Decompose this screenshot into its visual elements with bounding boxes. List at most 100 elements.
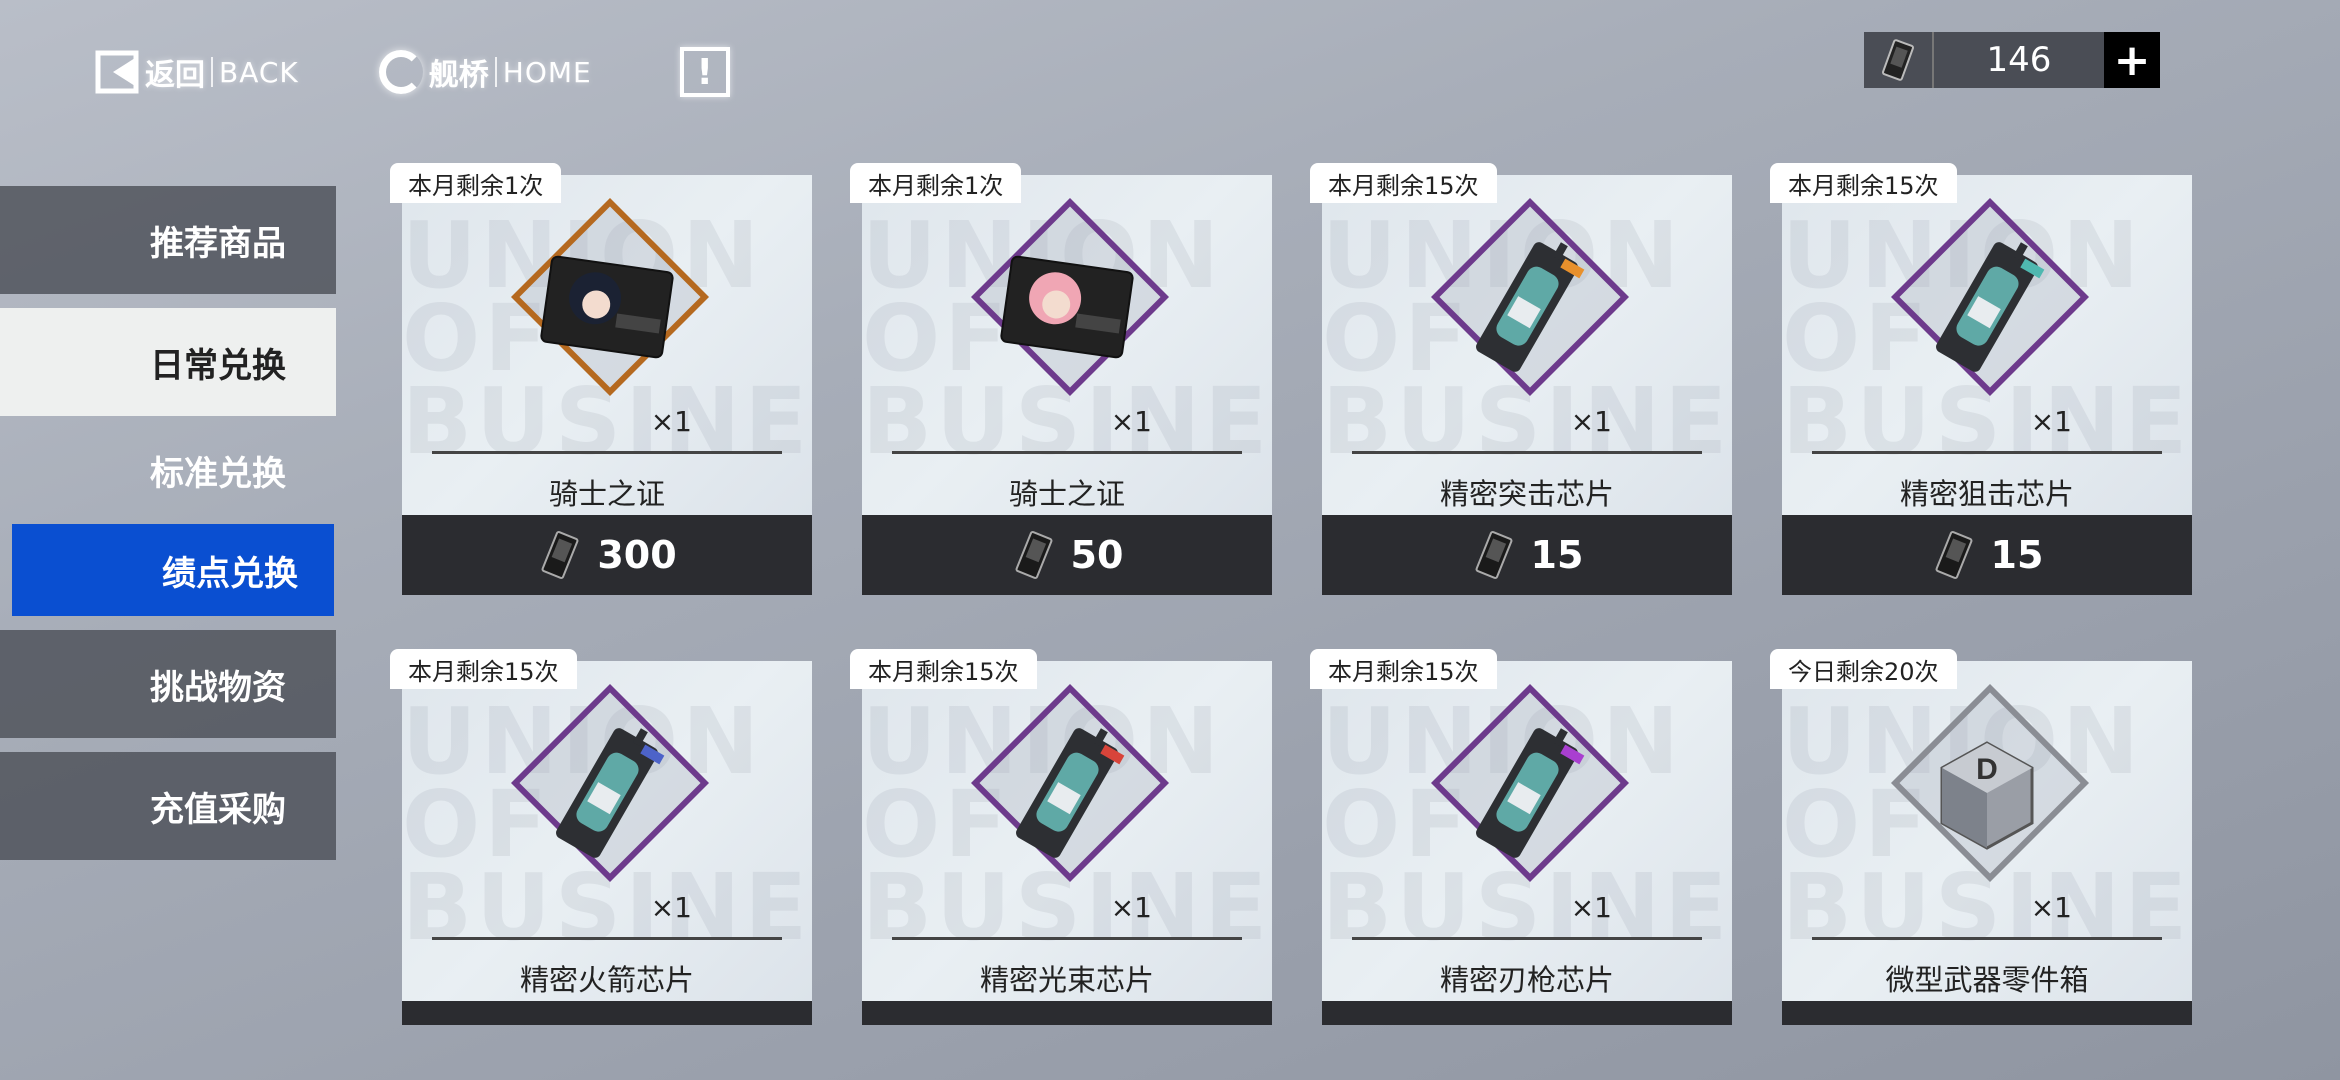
limit-badge: 本月剩余15次 [1310, 649, 1497, 689]
price-button[interactable]: 15 [1782, 515, 2192, 595]
shop-item-card[interactable]: 本月剩余1次 UNION OF BUSINESS ×1 骑士之证 [850, 163, 1272, 605]
sidebar-item-daily[interactable]: 日常兑换 [0, 308, 336, 416]
home-button[interactable]: 舰桥 HOME [378, 50, 592, 94]
sidebar-item-label: 标准兑换 [150, 453, 286, 494]
back-separator [211, 57, 213, 87]
currency-icon [1475, 531, 1513, 579]
item-quantity: ×1 [2030, 891, 2072, 924]
price-value: 50 [1070, 533, 1124, 577]
item-quantity: ×1 [1110, 891, 1152, 924]
card-divider [1812, 937, 2162, 940]
currency-icon [1015, 531, 1053, 579]
item-quantity: ×1 [650, 891, 692, 924]
sidebar-item-merit[interactable]: 绩点兑换 [12, 524, 334, 616]
shop-item-card[interactable]: 本月剩余15次 UNION OF BUSINESS ×1 精密刃枪芯片 [1310, 649, 1732, 1025]
price-button[interactable] [402, 1001, 812, 1025]
shop-item-card[interactable]: 今日剩余20次 UNION OF BUSINESS D ×1 微型武器零件箱 [1770, 649, 2192, 1025]
card-body: UNION OF BUSINESS D ×1 微型武器零件箱 [1782, 661, 2192, 1001]
limit-badge: 本月剩余15次 [390, 649, 577, 689]
item-name: 精密狙击芯片 [1899, 477, 2074, 511]
currency-bar: 146 + [1864, 32, 2160, 88]
back-icon [95, 50, 139, 94]
card-divider [1352, 451, 1702, 454]
item-icon [532, 237, 682, 377]
limit-badge: 本月剩余15次 [1770, 163, 1957, 203]
home-label-en: HOME [502, 55, 592, 89]
item-quantity: ×1 [1110, 405, 1152, 438]
shop-item-card[interactable]: 本月剩余15次 UNION OF BUSINESS ×1 精密突击芯片 [1310, 163, 1732, 605]
item-name: 精密突击芯片 [1439, 477, 1614, 511]
sidebar-item-label: 挑战物资 [150, 667, 286, 708]
shop-item-card[interactable]: 本月剩余15次 UNION OF BUSINESS ×1 精密光束芯片 [850, 649, 1272, 1025]
card-body: UNION OF BUSINESS ×1 骑士之证 [402, 175, 812, 515]
limit-badge: 本月剩余15次 [1310, 163, 1497, 203]
price-button[interactable]: 50 [862, 515, 1272, 595]
back-label-en: BACK [219, 55, 299, 89]
card-body: UNION OF BUSINESS ×1 骑士之证 [862, 175, 1272, 515]
item-icon [1452, 237, 1602, 377]
item-icon [992, 237, 1142, 377]
item-quantity: ×1 [650, 405, 692, 438]
price-value: 15 [1990, 533, 2044, 577]
svg-text:D: D [1976, 753, 1998, 786]
sidebar-item-challenge[interactable]: 挑战物资 [0, 630, 336, 738]
card-body: UNION OF BUSINESS ×1 精密刃枪芯片 [1322, 661, 1732, 1001]
sidebar-item-standard[interactable]: 标准兑换 [0, 430, 336, 510]
item-icon [1912, 237, 2062, 377]
info-icon[interactable]: ! [679, 47, 730, 97]
card-divider [432, 451, 782, 454]
plus-icon[interactable]: + [2104, 32, 2160, 88]
price-button[interactable] [862, 1001, 1272, 1025]
item-quantity: ×1 [2030, 405, 2072, 438]
item-name: 骑士之证 [1008, 477, 1125, 511]
sidebar: 推荐商品 日常兑换 标准兑换 绩点兑换 挑战物资 充值采购 [0, 186, 336, 874]
item-icon [1452, 723, 1602, 863]
card-body: UNION OF BUSINESS ×1 精密狙击芯片 [1782, 175, 2192, 515]
card-divider [892, 937, 1242, 940]
currency-icon [1935, 531, 1973, 579]
item-icon [992, 723, 1142, 863]
home-label: 舰桥 [428, 58, 489, 93]
card-body: UNION OF BUSINESS ×1 精密光束芯片 [862, 661, 1272, 1001]
card-body: UNION OF BUSINESS ×1 精密突击芯片 [1322, 175, 1732, 515]
price-button[interactable] [1782, 1001, 2192, 1025]
currency-icon [1864, 32, 1934, 88]
price-button[interactable] [1322, 1001, 1732, 1025]
back-label: 返回 [145, 58, 205, 93]
currency-amount: 146 [1986, 40, 2052, 80]
top-nav: 返回 BACK 舰桥 HOME ! [95, 42, 730, 102]
limit-badge: 本月剩余15次 [850, 649, 1037, 689]
home-icon [378, 50, 423, 94]
sidebar-item-label: 日常兑换 [150, 345, 286, 386]
item-icon: D [1912, 723, 2062, 863]
limit-badge: 本月剩余1次 [850, 163, 1022, 203]
price-button[interactable]: 15 [1322, 515, 1732, 595]
sidebar-item-label: 充值采购 [150, 789, 286, 830]
shop-item-card[interactable]: 本月剩余15次 UNION OF BUSINESS ×1 精密狙击芯片 [1770, 163, 2192, 605]
back-button[interactable]: 返回 BACK [95, 50, 299, 94]
limit-badge: 本月剩余1次 [390, 163, 562, 203]
card-divider [432, 937, 782, 940]
home-separator [494, 57, 497, 87]
item-name: 精密火箭芯片 [519, 963, 694, 997]
sidebar-item-recommended[interactable]: 推荐商品 [0, 186, 336, 294]
shop-item-card[interactable]: 本月剩余15次 UNION OF BUSINESS ×1 精密火箭芯片 [390, 649, 812, 1025]
shop-item-card[interactable]: 本月剩余1次 UNION OF BUSINESS ×1 骑士之证 [390, 163, 812, 605]
sidebar-item-recharge[interactable]: 充值采购 [0, 752, 336, 860]
item-name: 骑士之证 [548, 477, 665, 511]
sidebar-item-label: 推荐商品 [150, 223, 286, 264]
price-value: 15 [1530, 533, 1584, 577]
item-name: 精密刃枪芯片 [1439, 963, 1614, 997]
card-body: UNION OF BUSINESS ×1 精密火箭芯片 [402, 661, 812, 1001]
item-icon [532, 723, 682, 863]
item-name: 微型武器零件箱 [1885, 963, 2089, 997]
card-divider [1812, 451, 2162, 454]
price-value: 300 [597, 533, 677, 577]
item-quantity: ×1 [1570, 891, 1612, 924]
currency-icon [541, 531, 579, 579]
item-quantity: ×1 [1570, 405, 1612, 438]
limit-badge: 今日剩余20次 [1770, 649, 1957, 689]
card-divider [1352, 937, 1702, 940]
price-button[interactable]: 300 [402, 515, 812, 595]
item-name: 精密光束芯片 [979, 963, 1154, 997]
